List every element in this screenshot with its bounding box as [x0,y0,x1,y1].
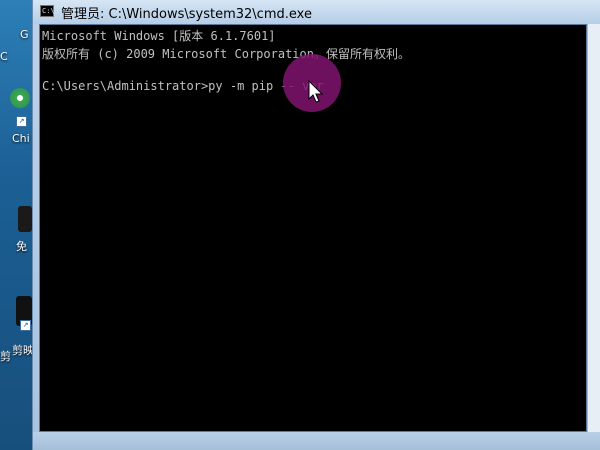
cmd-icon-text: C:\ [42,7,55,15]
desktop-label-c: C [0,50,8,63]
cmd-icon[interactable]: C:\ [40,5,55,17]
desktop-label-chi: Chi [12,132,30,145]
desktop-shortcut-app[interactable]: 免 [0,200,32,260]
desktop-label-mian: 免 [16,240,27,253]
window-title: 管理员: C:\Windows\system32\cmd.exe [61,7,312,22]
app-icon [18,206,32,232]
console-line-version: Microsoft Windows [版本 6.1.7601] [42,29,276,43]
shortcut-arrow-icon: ↗ [20,320,31,331]
window-bottom-frame [33,432,600,450]
desktop-label-g: G [20,28,29,41]
desktop-label-zhuo: 剪 [0,350,11,363]
window-titlebar[interactable]: C:\ 管理员: C:\Windows\system32\cmd.exe [33,0,600,24]
desktop-shortcut-jianying[interactable]: ↗ 剪映 剪 [0,290,34,370]
desktop-shortcut-google-chrome[interactable]: G C [0,0,32,70]
desktop-background: G C ↗ Chi 免 ↗ 剪映 剪 [0,0,34,450]
mouse-cursor-icon [308,80,324,103]
shortcut-arrow-icon: ↗ [16,116,27,127]
desktop-label-jian: 剪映 [12,344,34,357]
desktop-shortcut-chrome[interactable]: ↗ Chi [0,88,32,148]
chrome-icon [10,88,30,108]
vertical-scrollbar[interactable] [587,24,600,432]
